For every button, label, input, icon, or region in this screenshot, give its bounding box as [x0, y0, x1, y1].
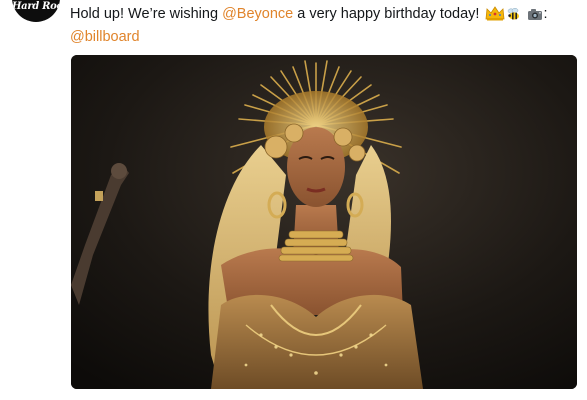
avatar[interactable]: Hard Rock [12, 0, 60, 22]
tweet-line-2: @billboard [70, 27, 576, 47]
bee-icon [507, 7, 521, 27]
avatar-logo-text: Hard Rock [12, 1, 60, 12]
photo-beyonce-golden-headpiece [71, 55, 577, 389]
crown-icon [485, 5, 505, 27]
tweet-text-middle: a very happy birthday today! [293, 6, 480, 22]
tweet-colon: : [543, 6, 548, 22]
tweet-text: Hold up! We’re wishing @Beyonce a very h… [70, 4, 576, 47]
mention-beyonce[interactable]: @Beyonce [222, 6, 293, 22]
tweet-line-1: Hold up! We’re wishing @Beyonce a very h… [70, 4, 576, 27]
tweet-photo[interactable] [71, 55, 577, 389]
mention-billboard[interactable]: @billboard [70, 29, 140, 45]
camera-icon [527, 7, 543, 27]
tweet: Hard Rock Hold up! We’re wishing @Beyonc… [0, 0, 587, 400]
tweet-text-start: Hold up! We’re wishing [70, 6, 223, 22]
